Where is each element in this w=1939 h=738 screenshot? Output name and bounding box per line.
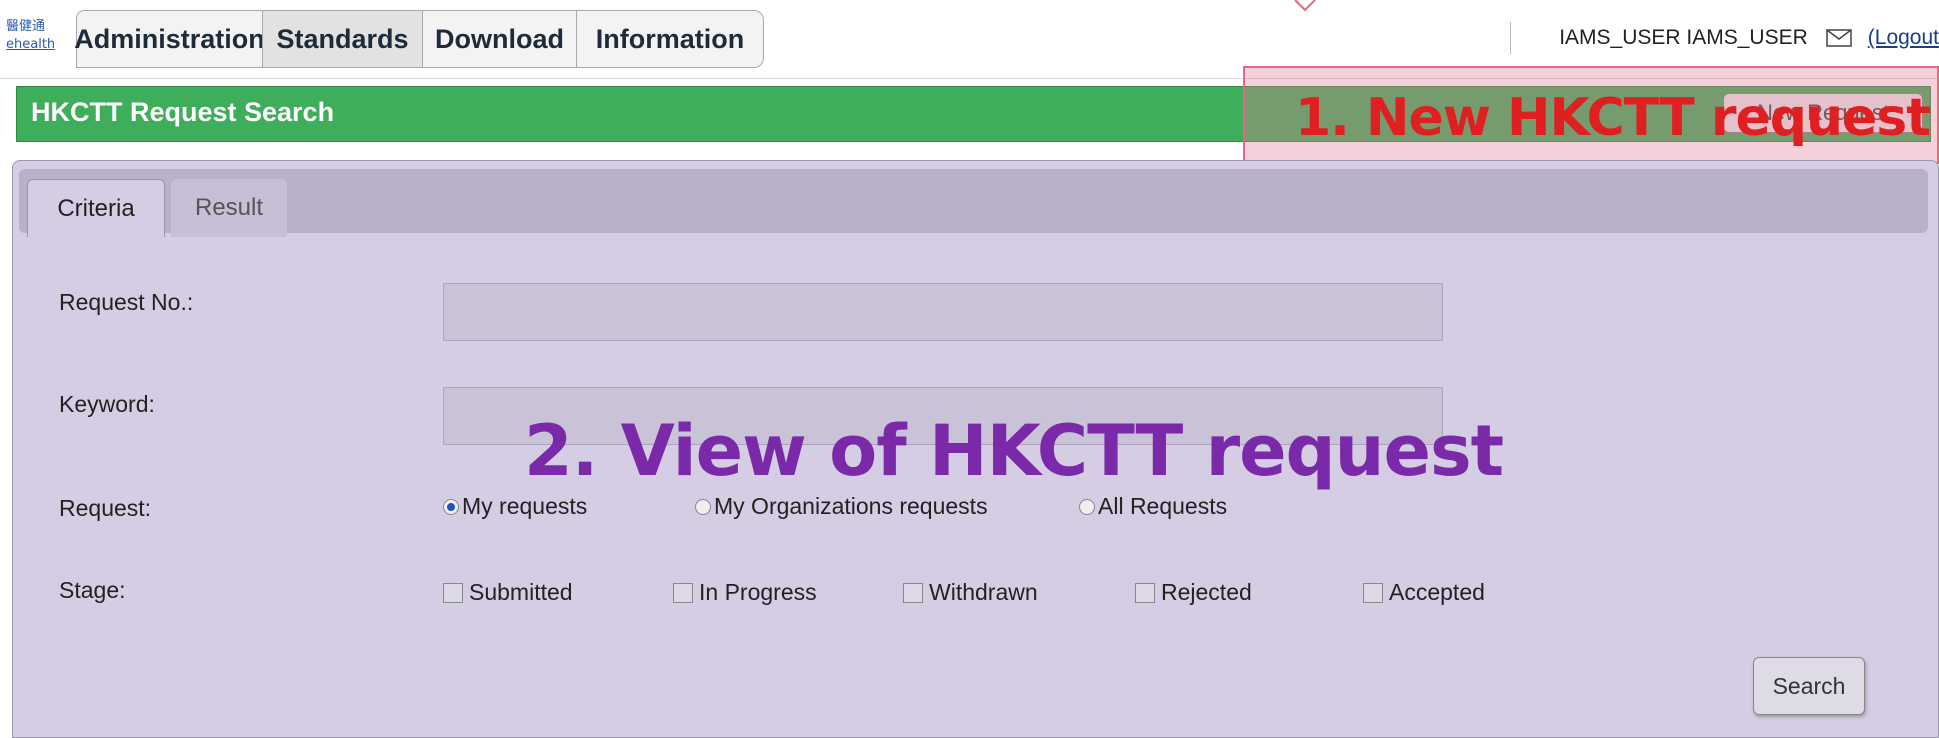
annotation-new-request: 1. New HKCTT request: [1295, 88, 1931, 148]
ehealth-logo: 醫健通 ehealth: [6, 18, 66, 58]
arrow-pointer-icon: [1294, 0, 1316, 12]
annotation-view-request: 2. View of HKCTT request: [524, 410, 1504, 492]
radio-label: My requests: [462, 493, 588, 519]
checkbox-accepted[interactable]: Accepted: [1363, 579, 1485, 606]
radio-my-requests[interactable]: My requests: [443, 493, 587, 520]
logout-link[interactable]: (Logout: [1868, 26, 1939, 50]
user-area: IAMS_USER IAMS_USER (Logout: [1510, 20, 1939, 56]
radio-label: My Organizations requests: [714, 493, 988, 519]
tab-administration[interactable]: Administration: [74, 10, 265, 68]
divider: [1510, 22, 1512, 54]
checkbox-icon[interactable]: [1135, 582, 1155, 603]
tab-result[interactable]: Result: [171, 179, 287, 237]
radio-label: All Requests: [1098, 493, 1228, 519]
request-label: Request:: [59, 495, 152, 521]
checkbox-label: In Progress: [699, 579, 817, 605]
radio-icon[interactable]: [1079, 498, 1095, 515]
request-no-input[interactable]: [443, 283, 1443, 341]
search-button[interactable]: Search: [1753, 657, 1865, 715]
main-nav-tabs: Administration Standards Download Inform…: [74, 10, 764, 68]
logo-text: 醫健通: [6, 19, 46, 34]
checkbox-label: Submitted: [469, 579, 573, 605]
tab-download[interactable]: Download: [422, 10, 576, 68]
keyword-label: Keyword:: [59, 391, 155, 417]
stage-label: Stage:: [59, 577, 126, 603]
tab-standards[interactable]: Standards: [262, 10, 422, 68]
checkbox-icon[interactable]: [673, 582, 693, 603]
checkbox-rejected[interactable]: Rejected: [1135, 579, 1252, 606]
tab-criteria[interactable]: Criteria: [27, 179, 165, 237]
checkbox-icon[interactable]: [903, 582, 923, 603]
checkbox-label: Withdrawn: [929, 579, 1038, 605]
mail-icon[interactable]: [1826, 29, 1852, 47]
checkbox-icon[interactable]: [443, 582, 463, 603]
page-title: HKCTT Request Search: [31, 97, 335, 127]
radio-org-requests[interactable]: My Organizations requests: [695, 493, 988, 520]
tab-information[interactable]: Information: [576, 10, 764, 68]
checkbox-in-progress[interactable]: In Progress: [673, 579, 817, 606]
checkbox-withdrawn[interactable]: Withdrawn: [903, 579, 1038, 606]
checkbox-label: Rejected: [1161, 579, 1252, 605]
radio-icon[interactable]: [695, 498, 711, 515]
checkbox-label: Accepted: [1389, 579, 1485, 605]
radio-selected-icon[interactable]: [443, 498, 459, 515]
logo-subtext: ehealth: [6, 37, 56, 52]
panel-tab-strip: Criteria Result: [19, 169, 1928, 237]
checkbox-submitted[interactable]: Submitted: [443, 579, 573, 606]
request-no-label: Request No.:: [59, 289, 194, 315]
checkbox-icon[interactable]: [1363, 582, 1383, 603]
user-name: IAMS_USER IAMS_USER: [1559, 26, 1808, 49]
radio-all-requests[interactable]: All Requests: [1079, 493, 1227, 520]
